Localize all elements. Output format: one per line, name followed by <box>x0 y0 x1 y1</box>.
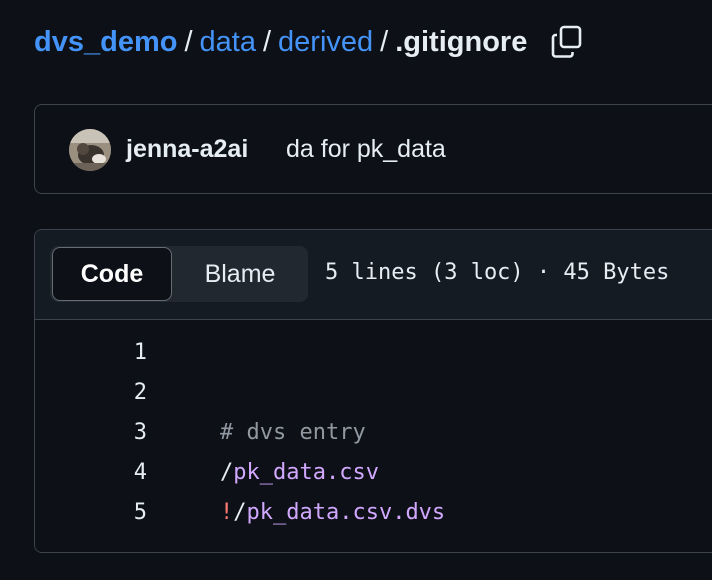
line-number[interactable]: 3 <box>35 420 147 445</box>
line-number[interactable]: 4 <box>35 460 147 485</box>
breadcrumb-repo-link[interactable]: dvs_demo <box>34 26 177 59</box>
file-info: 5 lines (3 loc) · 45 Bytes <box>325 260 670 285</box>
breadcrumb: dvs_demo / data / derived / .gitignore <box>34 20 585 64</box>
path-token: pk_data.csv <box>233 460 379 485</box>
slash-token: / <box>220 460 234 485</box>
commit-message-link[interactable]: da for pk_data <box>286 135 446 164</box>
breadcrumb-separator: / <box>380 25 389 58</box>
code-line: 2 <box>35 380 712 420</box>
code-area[interactable]: 1 2 3 # dvs entry 4 /pk_data.csv 5 !/pk_… <box>35 320 712 552</box>
avatar[interactable] <box>69 129 111 171</box>
code-line: 4 /pk_data.csv <box>35 460 712 500</box>
line-number[interactable]: 5 <box>35 500 147 525</box>
line-code: # dvs entry <box>220 420 366 445</box>
breadcrumb-current-file: .gitignore <box>395 25 528 58</box>
breadcrumb-separator: / <box>184 25 193 58</box>
code-line: 3 # dvs entry <box>35 420 712 460</box>
tab-blame[interactable]: Blame <box>172 247 308 301</box>
breadcrumb-folder-derived-link[interactable]: derived <box>278 26 373 59</box>
breadcrumb-separator: / <box>262 25 272 58</box>
file-page: dvs_demo / data / derived / .gitignore j… <box>0 0 712 580</box>
line-code: !/pk_data.csv.dvs <box>220 500 445 525</box>
comment-token: # dvs entry <box>220 420 366 445</box>
path-token: pk_data.csv.dvs <box>246 500 446 525</box>
user-avatar-icon <box>69 129 111 171</box>
line-number[interactable]: 1 <box>35 340 147 365</box>
copy-icon <box>552 25 582 58</box>
code-line: 1 <box>35 340 712 380</box>
line-number[interactable]: 2 <box>35 380 147 405</box>
view-toggle: Code Blame <box>50 246 308 302</box>
file-viewer: Code Blame 5 lines (3 loc) · 45 Bytes 1 … <box>34 229 712 553</box>
negation-token: ! <box>220 500 234 525</box>
line-code: /pk_data.csv <box>220 460 379 485</box>
file-header: Code Blame 5 lines (3 loc) · 45 Bytes <box>35 230 712 320</box>
tab-code[interactable]: Code <box>52 247 172 301</box>
breadcrumb-folder-data-link[interactable]: data <box>200 26 256 59</box>
latest-commit-box: jenna-a2ai da for pk_data <box>34 104 712 194</box>
code-line: 5 !/pk_data.csv.dvs <box>35 500 712 540</box>
slash-token: / <box>233 500 247 525</box>
commit-author-link[interactable]: jenna-a2ai <box>126 135 248 164</box>
copy-path-button[interactable] <box>549 24 585 60</box>
